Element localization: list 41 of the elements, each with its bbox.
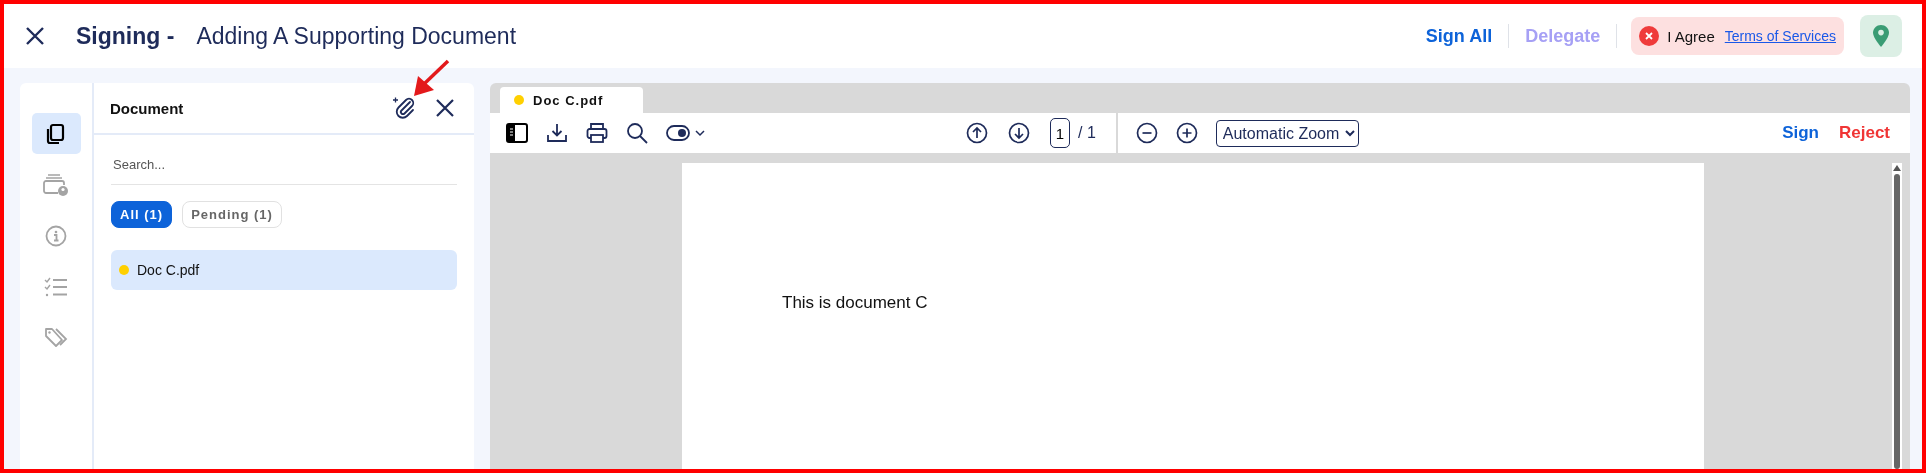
filter-chip[interactable]: Pending (1): [182, 201, 282, 228]
documents-icon: [45, 122, 67, 145]
reject-button[interactable]: Reject: [1838, 123, 1890, 143]
info-icon: [45, 224, 67, 247]
cross-icon[interactable]: [1639, 26, 1660, 46]
close-button[interactable]: [434, 97, 456, 119]
tags-icon: [44, 325, 68, 350]
location-button[interactable]: [1860, 15, 1902, 57]
header-action-button[interactable]: Sign All: [1409, 25, 1509, 47]
toggle-dropdown-icon[interactable]: [666, 124, 706, 142]
tab-label: Doc C.pdf: [533, 92, 604, 108]
attach-button[interactable]: [392, 96, 416, 120]
agree-label: I Agree: [1667, 27, 1715, 45]
close-button[interactable]: [24, 25, 46, 47]
document-tab[interactable]: Doc C.pdf: [500, 87, 644, 113]
print-icon[interactable]: [586, 122, 608, 144]
scrollbar[interactable]: [1892, 163, 1902, 469]
panel-title: Document: [110, 99, 184, 117]
search-icon[interactable]: [626, 122, 648, 144]
document-item[interactable]: Doc C.pdf: [111, 250, 457, 290]
checklist-icon: [44, 276, 68, 297]
download-icon[interactable]: [546, 122, 568, 144]
sidebar-toggle-icon[interactable]: [506, 123, 528, 143]
arrow-down-circle-icon[interactable]: [1008, 122, 1030, 144]
zoom-out-icon[interactable]: [1135, 122, 1158, 144]
scroll-up-icon[interactable]: [1893, 165, 1901, 171]
wallet-user-icon: [42, 172, 70, 197]
map-pin-icon: [1873, 25, 1889, 47]
page-text: This is document C: [782, 293, 928, 312]
filter-chip[interactable]: All (1): [111, 201, 173, 228]
terms-link[interactable]: Terms of Services: [1724, 28, 1836, 44]
sidebar-tab[interactable]: [31, 113, 81, 154]
arrow-up-circle-icon[interactable]: [966, 122, 988, 144]
sign-button[interactable]: Sign: [1782, 123, 1819, 143]
document-name: Doc C.pdf: [137, 262, 200, 278]
window-title: Signing -: [76, 22, 175, 50]
page-number-field[interactable]: 1: [1050, 118, 1070, 148]
zoom-in-icon[interactable]: [1175, 122, 1198, 144]
document-title: Adding A Supporting Document: [196, 22, 517, 50]
zoom-select[interactable]: Automatic Zoom: [1215, 119, 1359, 147]
page-count: / 1: [1078, 124, 1096, 142]
